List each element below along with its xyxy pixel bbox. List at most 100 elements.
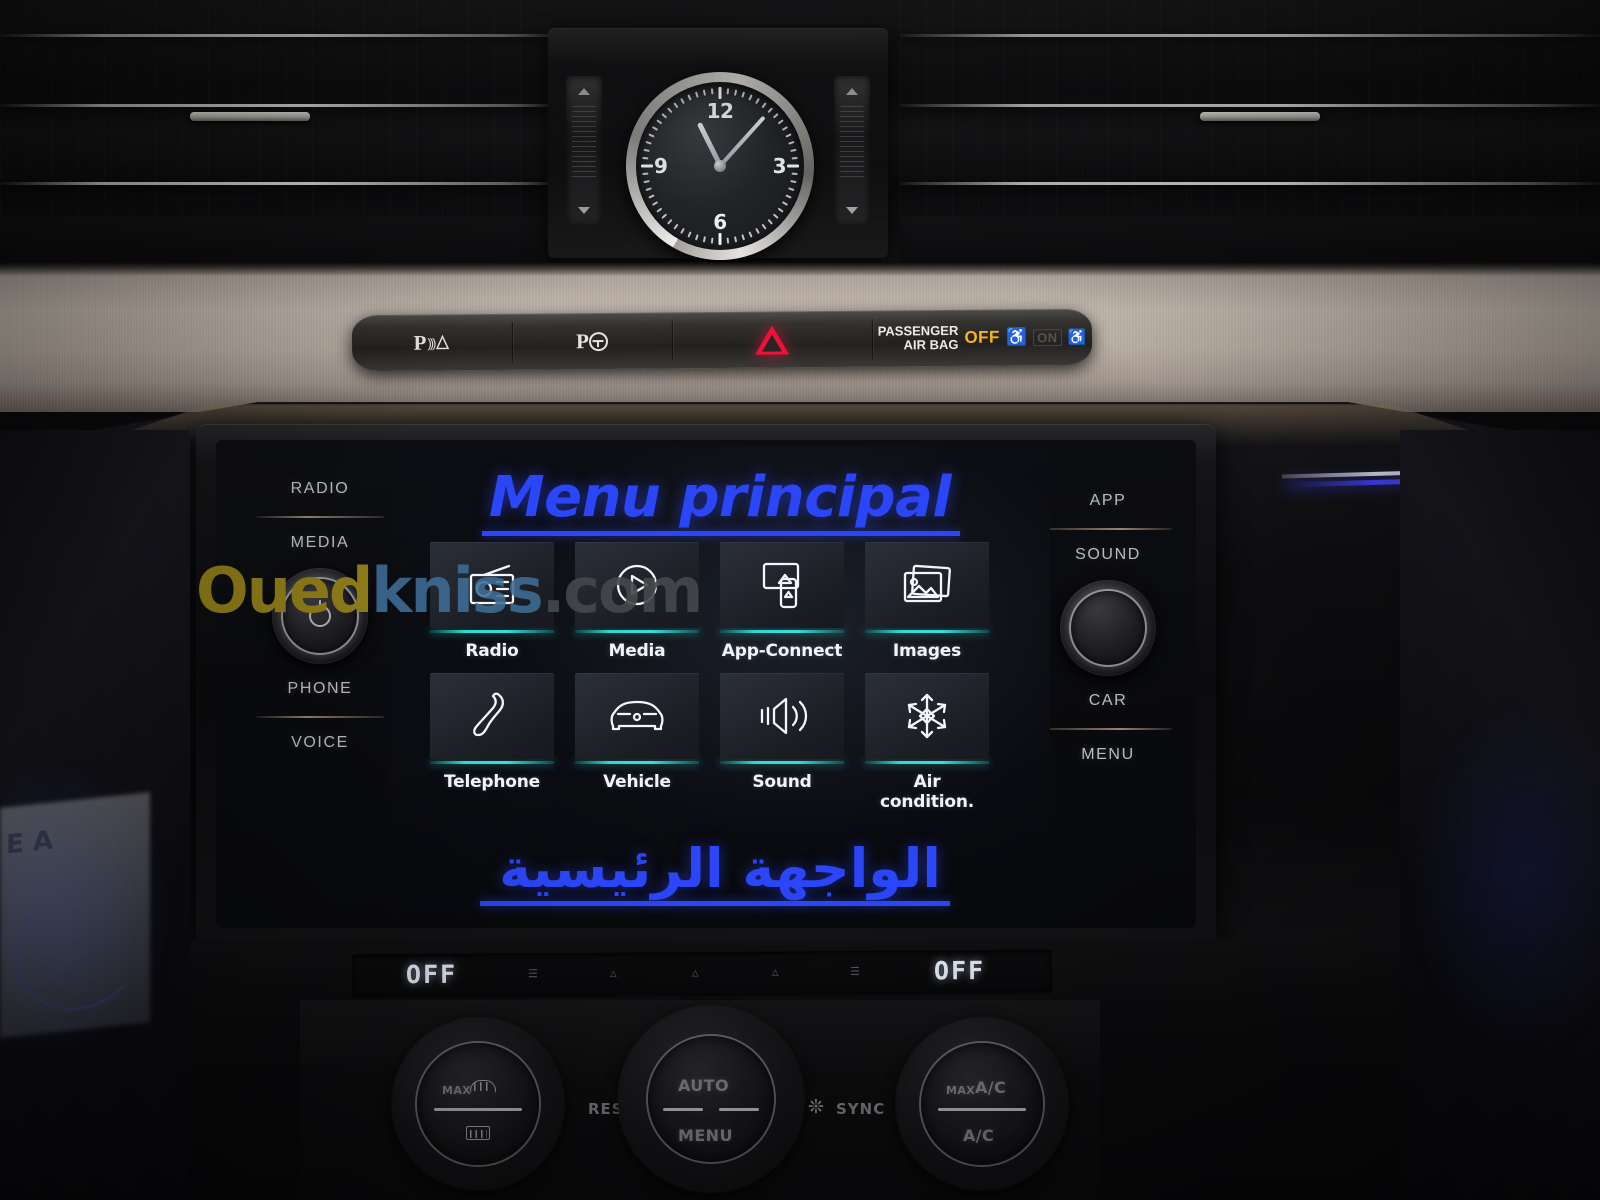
hazard-triangle-icon [754,324,790,355]
front-defrost-icon [470,1080,496,1096]
infotainment-screen[interactable]: Menu principal Radio Media App-Connect I… [390,446,1050,916]
clock-minute-hand [718,115,766,168]
touch-slider-right-lower[interactable] [1044,728,1172,730]
airbag-line2: AIR BAG [903,336,959,353]
power-volume-knob[interactable] [267,563,373,669]
climate-center-indicator-right [719,1108,759,1111]
park-distance-control-button[interactable]: P ))) [352,314,512,371]
center-switch-bar: P ))) P PASSENGER AIR BAG OFF ♿ ON ♿ [351,308,1093,372]
media-play-icon [616,564,658,606]
menu-item-media[interactable]: Media [575,542,699,661]
page-subtitle-underline [480,901,950,906]
airbag-off-icon: ♿ [1005,327,1028,347]
climate-right-knob-indicator [938,1108,1026,1111]
vehicle-car-icon [610,700,664,731]
vent-slider-left[interactable] [566,76,602,226]
page-title-underline [482,531,960,536]
images-icon [903,564,951,603]
sync-button[interactable]: SYNC [836,1100,885,1118]
auto-label: AUTO [678,1076,729,1095]
telephone-icon [473,692,505,737]
vent-slider-right[interactable] [834,76,870,226]
menu-item-app-connect[interactable]: App-Connect [720,542,844,661]
airbag-off-label: OFF [964,327,1000,347]
rear-defrost-icon [466,1126,490,1140]
hazard-lights-button[interactable] [672,311,872,369]
page-title: Menu principal [488,465,952,530]
menu-item-label: Telephone [443,772,540,792]
vent-adjuster-left[interactable] [190,112,310,121]
climate-indicator-3: △ [691,966,699,980]
climate-knob-left[interactable] [417,1043,539,1165]
passenger-airbag-indicator: PASSENGER AIR BAG OFF ♿ ON ♿ [872,309,1092,367]
steering-wheel-icon [588,331,608,351]
menu-item-sound[interactable]: Sound [720,673,844,812]
menu-item-air-condition[interactable]: Air condition. [865,673,989,812]
tile-underline [575,630,699,633]
sidebar-item-phone[interactable]: PHONE [232,680,408,698]
sidebar-item-radio[interactable]: RADIO [232,480,408,498]
touch-slider-right-upper[interactable] [1044,528,1172,530]
climate-display: OFF OFF ☰ △ △ △ ☰ [351,949,1053,999]
climate-right-max-label: MAX [946,1084,976,1097]
tile-underline [865,630,989,633]
parking-sensor-icon: ))) [427,335,435,351]
analog-clock: 12 3 6 9 [626,72,814,260]
radio-icon [469,564,515,605]
menu-row-1: Radio Media App-Connect Images [430,542,1010,661]
fan-icon: ❊ [808,1097,824,1118]
climate-right-ac-bottom-label: A/C [963,1126,995,1145]
menu-item-radio[interactable]: Radio [430,542,554,661]
dashboard-scene: 12 3 6 9 P ))) P PASSENGER AIR BAG OFF ♿… [0,0,1600,1200]
menu-item-label: Air condition. [879,772,975,812]
menu-item-images[interactable]: Images [865,542,989,661]
sidebar-item-media[interactable]: MEDIA [232,534,408,552]
speaker-sound-icon [760,697,808,735]
climate-indicator-1: ☰ [527,967,538,981]
tile-underline [865,761,989,764]
sidebar-item-voice[interactable]: VOICE [232,734,408,752]
clock-numeral-3: 3 [772,154,787,178]
park-assist-button[interactable]: P [512,312,672,369]
climate-temp-right: OFF [933,956,986,986]
climate-temp-left: OFF [405,959,458,990]
airbag-on-label: ON [1032,328,1062,346]
menu-item-telephone[interactable]: Telephone [430,673,554,812]
app-connect-icon [762,562,800,609]
climate-indicator-2: △ [609,966,617,980]
volume-touch-slider-left[interactable] [256,516,384,518]
snowflake-icon [907,693,947,739]
trim-shadow [0,262,1600,276]
climate-knob-right[interactable] [921,1043,1043,1165]
pdc-label: P [413,330,427,355]
menu-item-label: Media [608,641,666,661]
clock-numeral-12: 12 [706,99,734,123]
tile-underline [430,630,554,633]
left-control-column: RADIO MEDIA PHONE VOICE [232,480,408,752]
clock-numeral-6: 6 [713,210,727,234]
clock-face: 12 3 6 9 [636,82,804,250]
climate-indicator-4: △ [771,965,779,979]
park-assist-label: P [575,328,590,353]
parking-sensor-triangle-icon [436,334,450,350]
menu-tune-knob[interactable] [1055,575,1161,681]
clock-center-cap [714,160,726,172]
menu-label: MENU [678,1126,733,1145]
tile-underline [720,630,844,633]
menu-item-vehicle[interactable]: Vehicle [575,673,699,812]
menu-row-2: Telephone Vehicle Sound Air condition. [430,673,1010,812]
touch-slider-left-lower[interactable] [256,716,384,718]
menu-item-label: Images [892,641,962,661]
menu-item-label: App-Connect [721,641,843,661]
power-icon-bar [319,600,321,612]
tile-underline [575,761,699,764]
climate-left-max-label: MAX [442,1084,472,1097]
menu-item-label: Sound [752,772,812,792]
air-vent-right[interactable] [900,0,1600,268]
tile-underline [720,761,844,764]
climate-left-knob-indicator [434,1108,522,1111]
menu-item-label: Vehicle [603,772,671,792]
tile-underline [430,761,554,764]
air-vent-left[interactable] [0,0,560,268]
vent-adjuster-right[interactable] [1200,112,1320,121]
